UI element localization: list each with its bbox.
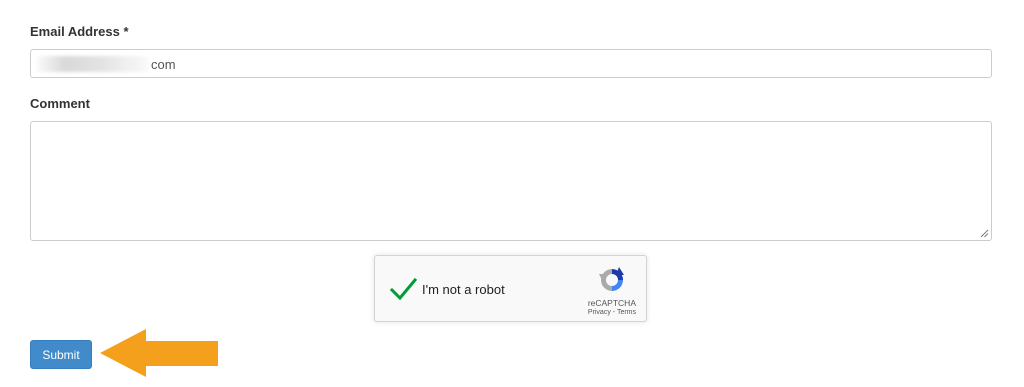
comment-textarea[interactable] <box>30 121 992 241</box>
recaptcha-label: I'm not a robot <box>422 282 505 297</box>
email-label: Email Address * <box>30 24 129 39</box>
terms-link[interactable]: Terms <box>617 309 636 316</box>
redacted-email-blur <box>37 56 149 72</box>
email-input[interactable]: com <box>30 49 992 78</box>
comment-label: Comment <box>30 96 90 111</box>
check-icon[interactable] <box>389 275 417 303</box>
email-value: com <box>151 57 176 72</box>
recaptcha-brand: reCAPTCHA <box>587 298 636 308</box>
recaptcha-logo-icon <box>599 267 624 291</box>
resize-grip-icon[interactable] <box>980 229 989 238</box>
recaptcha-widget: I'm not a robot reCAPTCHA Privacy - Term… <box>374 255 647 322</box>
privacy-link[interactable]: Privacy <box>588 309 611 316</box>
submit-button[interactable]: Submit <box>30 340 92 369</box>
recaptcha-links: Privacy - Terms <box>588 309 636 316</box>
arrow-left-icon <box>100 329 218 377</box>
